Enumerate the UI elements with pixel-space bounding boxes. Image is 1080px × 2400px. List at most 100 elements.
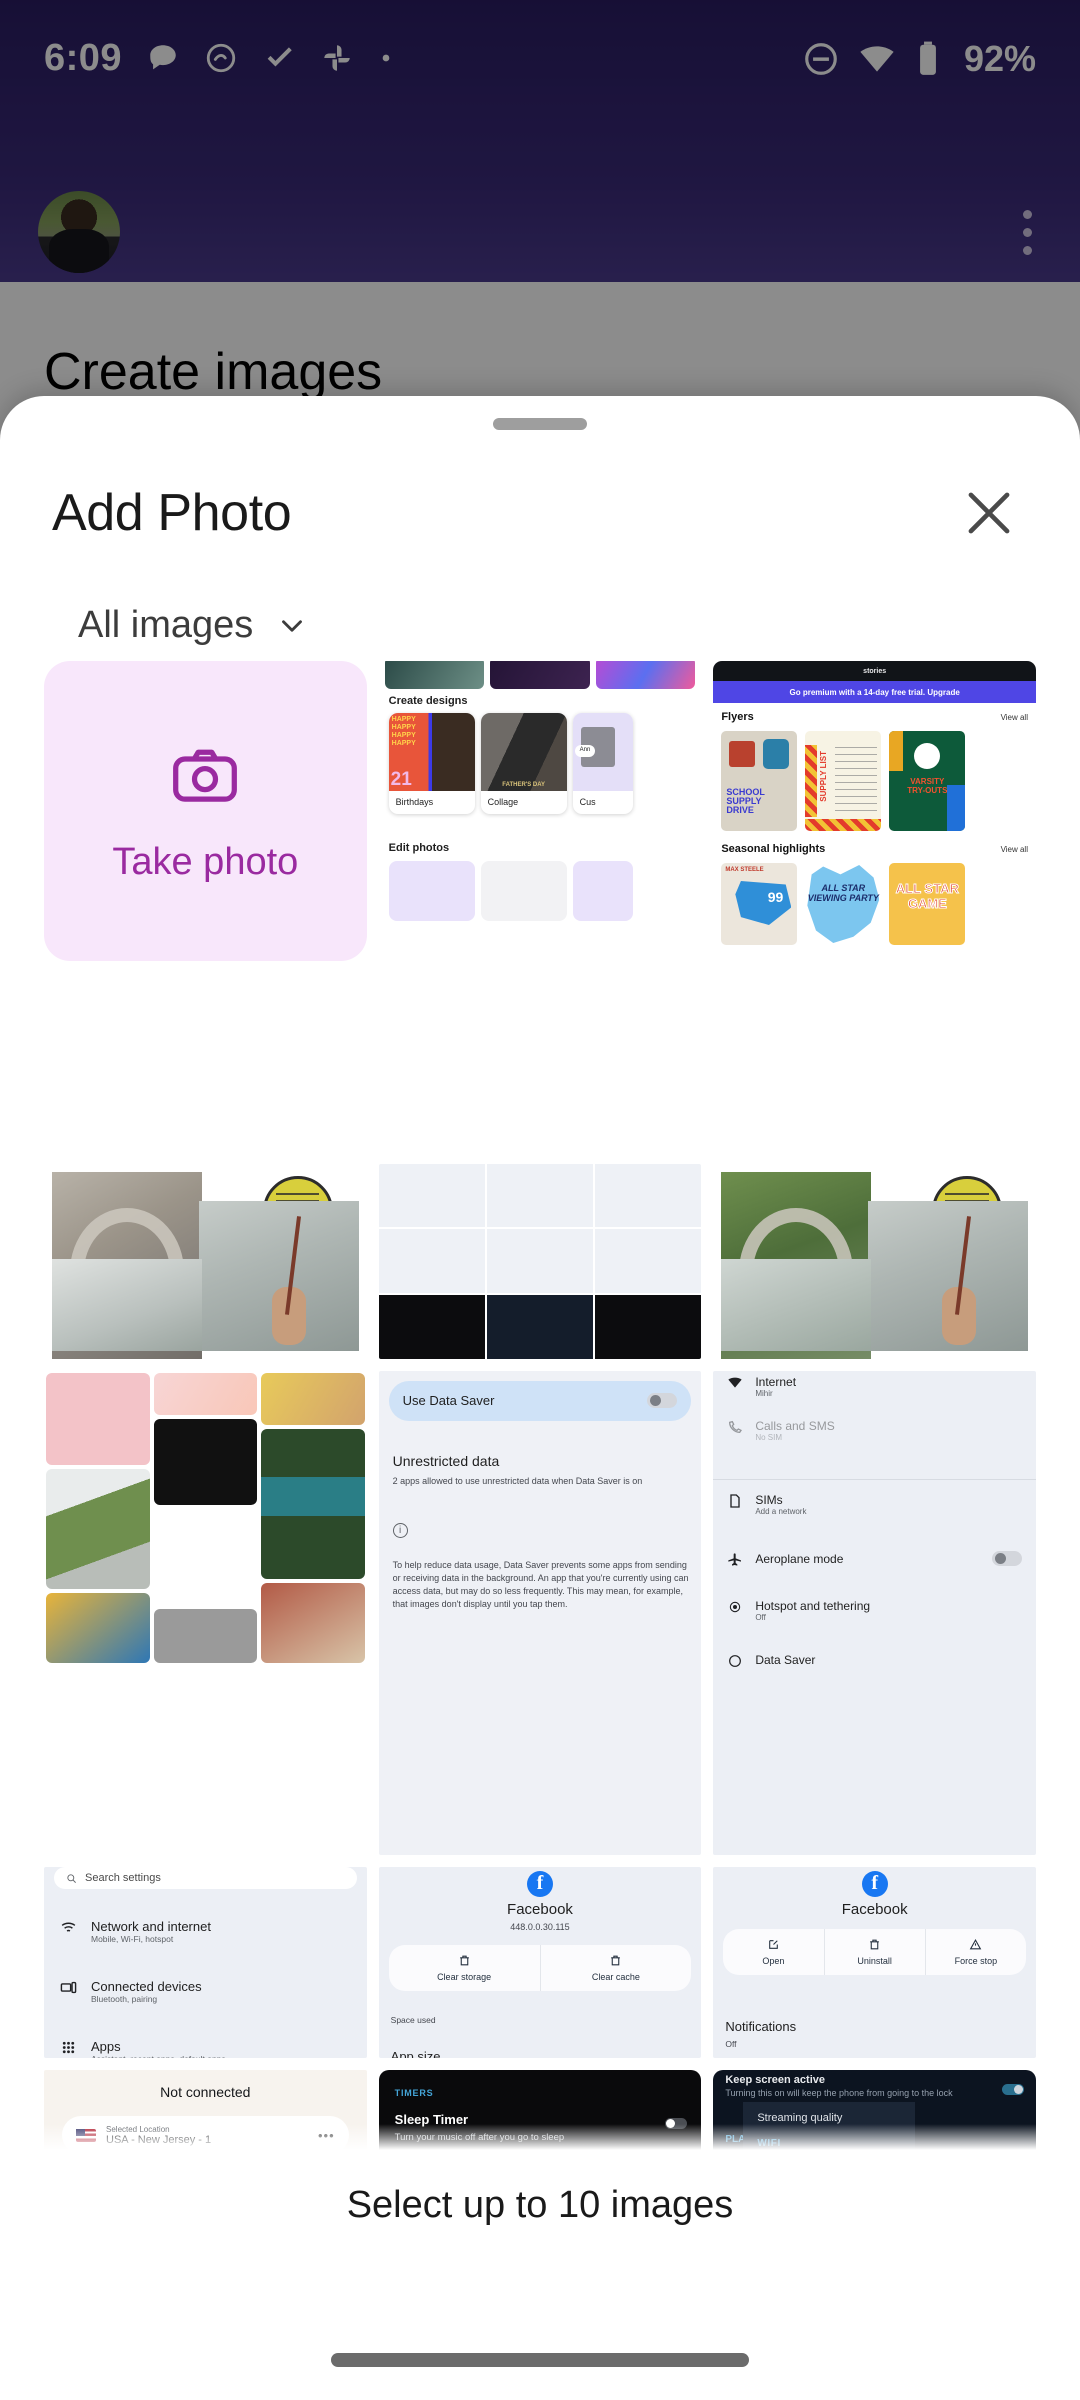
- thumb-app-name: stories: [713, 661, 1036, 681]
- close-button[interactable]: [950, 474, 1028, 552]
- filter-row: All images: [0, 552, 1080, 647]
- thumb-view-all-2[interactable]: View all: [1001, 845, 1028, 854]
- airplane-icon: [728, 1552, 742, 1566]
- thumb-dialog-title: Streaming quality: [757, 2112, 843, 2125]
- thumbnail-flyers[interactable]: stories Go premium with a 14-day free tr…: [713, 661, 1036, 1152]
- thumbnail-moodboard[interactable]: [44, 1370, 367, 1856]
- data-saver-icon: [729, 1654, 742, 1667]
- thumb-app-version: 448.0.0.30.115: [510, 1922, 570, 1933]
- album-filter-label: All images: [78, 604, 254, 646]
- thumb-row-title: Hotspot and tethering: [755, 1598, 871, 1613]
- thumb-row-title: Connected devices: [91, 1979, 202, 1995]
- thumb-row-title: Sleep Timer: [394, 2112, 469, 2128]
- thumbnail-travel-collage-2[interactable]: [713, 1163, 1036, 1359]
- thumb-keep-screen-toggle: [1001, 2084, 1024, 2096]
- thumb-row-subtitle: No SIM: [755, 1432, 782, 1442]
- thumb-row-title: Data Saver: [755, 1652, 816, 1667]
- calls-sms-icon: [729, 1420, 743, 1433]
- apps-grid-icon: [62, 2042, 75, 2054]
- warning-icon: [970, 1939, 982, 1950]
- thumb-data-saver-toggle: [647, 1393, 678, 1409]
- search-icon: [67, 1874, 76, 1883]
- thumb-action-row: Open Uninstall Force stop: [723, 1929, 1026, 1976]
- drag-handle[interactable]: [493, 418, 587, 430]
- thumb-action-clear-cache: Clear cache: [539, 1945, 692, 1992]
- thumb-card-caption: Birthdays: [395, 797, 434, 807]
- thumb-row-title: SIMs: [755, 1492, 783, 1507]
- sheet-header: Add Photo: [0, 430, 1080, 552]
- image-grid[interactable]: Take photo Create designs HAPPY HAPPY HAPP…: [0, 661, 1080, 2261]
- thumb-row-title: Internet: [755, 1374, 797, 1389]
- thumb-promo-banner: Go premium with a 14-day free trial. Upg…: [713, 681, 1036, 703]
- thumb-row-subtitle: Bluetooth, pairing: [91, 1994, 158, 2005]
- take-photo-tile[interactable]: Take photo: [44, 661, 367, 961]
- thumb-card-caption: Cus: [579, 797, 596, 807]
- thumb-data-saver-body: To help reduce data usage, Data Saver pr…: [392, 1559, 689, 1609]
- thumb-app-name: Facebook: [507, 1901, 573, 1919]
- thumb-selected-location-label: Selected Location: [106, 2124, 170, 2134]
- album-filter-dropdown[interactable]: All images: [78, 604, 309, 647]
- thumb-search-bar: Search settings: [54, 1867, 357, 1890]
- wifi-icon: [61, 1922, 76, 1933]
- thumb-row-subtitle: Mihir: [755, 1388, 773, 1398]
- close-icon: [968, 492, 1010, 534]
- thumb-action-label: Force stop: [954, 1956, 998, 1967]
- thumb-action-label: Clear storage: [437, 1972, 492, 1983]
- thumb-section-title: Create designs: [388, 695, 468, 707]
- thumb-row-title: Apps: [91, 2039, 121, 2055]
- thumb-action-open: Open: [723, 1929, 823, 1975]
- thumb-row-subtitle: Off: [725, 2039, 737, 2050]
- thumb-action-force-stop: Force stop: [924, 1929, 1026, 1976]
- facebook-icon: f: [526, 1871, 553, 1898]
- thumb-row-title: Network and internet: [91, 1919, 211, 1935]
- thumb-unrestricted-heading: Unrestricted data: [392, 1452, 500, 1469]
- thumb-action-label: Uninstall: [857, 1956, 892, 1967]
- thumb-row-subtitle: Off: [755, 1612, 766, 1622]
- chevron-down-icon: [282, 619, 303, 632]
- thumb-data-saver-label: Use Data Saver: [402, 1393, 495, 1409]
- thumb-row-title: Aeroplane mode: [755, 1551, 844, 1566]
- facebook-icon: f: [861, 1871, 888, 1898]
- thumb-action-clear-storage: Clear storage: [389, 1945, 540, 1991]
- devices-icon: [60, 1982, 77, 1994]
- thumb-section-title-2: Edit photos: [388, 842, 450, 854]
- thumb-bg-subtitle: Turning this on will keep the phone from…: [725, 2088, 953, 2099]
- camera-icon: [173, 749, 238, 802]
- thumb-data-saver-toggle-row: Use Data Saver: [388, 1380, 692, 1421]
- thumb-row-subtitle: Add a network: [755, 1506, 807, 1516]
- thumbnail-travel-collage-1[interactable]: [44, 1163, 367, 1359]
- add-photo-sheet: Add Photo All images Take photo Create d…: [0, 396, 1080, 2400]
- thumb-card-caption: Collage: [487, 797, 519, 807]
- trash-icon: [870, 1940, 879, 1950]
- thumb-vpn-status: Not connected: [160, 2084, 251, 2101]
- thumbnail-settings-home[interactable]: Search settings Network and internet Mob…: [44, 1867, 367, 2059]
- thumbnail-data-saver[interactable]: Use Data Saver Unrestricted data 2 apps …: [378, 1370, 702, 1856]
- sim-icon: [730, 1493, 740, 1508]
- thumb-section-title-2: Seasonal highlights: [721, 843, 826, 855]
- thumbnail-network-settings[interactable]: Internet Mihir Calls and SMS No SIM SIMs…: [713, 1370, 1036, 1856]
- thumb-selected-location-row: Selected Location USA - New Jersey - 1 •…: [62, 2116, 349, 2155]
- thumb-action-label: Open: [762, 1956, 785, 1967]
- trash-icon: [611, 1956, 621, 1966]
- thumbnail-facebook-storage[interactable]: f Facebook 448.0.0.30.115 Clear storage …: [378, 1867, 702, 2059]
- us-flag-icon: [76, 2128, 96, 2142]
- thumb-action-row: Clear storage Clear cache: [388, 1945, 692, 1992]
- thumb-view-all[interactable]: View all: [1001, 713, 1028, 722]
- thumb-section-header: TIMERS: [394, 2088, 434, 2099]
- thumb-aeroplane-toggle: [991, 1551, 1022, 1567]
- take-photo-label: Take photo: [112, 840, 299, 883]
- selection-limit-label: Select up to 10 images: [346, 2184, 734, 2226]
- home-gesture-pill[interactable]: [331, 2353, 749, 2367]
- thumbnail-facebook-appinfo[interactable]: f Facebook Open Uninstall Force stop Not…: [713, 1867, 1036, 2059]
- thumbnail-settings-mosaic[interactable]: [378, 1163, 702, 1359]
- open-external-icon: [769, 1940, 778, 1950]
- thumbnail-create-designs[interactable]: Create designs HAPPY HAPPY HAPPY HAPPY 21 B…: [378, 661, 702, 1152]
- thumb-action-label: Clear cache: [591, 1972, 640, 1983]
- thumb-sleep-timer-toggle: [665, 2118, 688, 2130]
- thumb-action-uninstall: Uninstall: [823, 1929, 925, 1976]
- thumb-section-title: Flyers: [721, 711, 754, 723]
- thumb-app-size-label: App size: [390, 2049, 441, 2059]
- thumb-selected-location-value: USA - New Jersey - 1: [106, 2133, 212, 2146]
- thumb-row-subtitle: Turn your music off after you go to slee…: [394, 2132, 565, 2144]
- more-horizontal-icon: •••: [318, 2127, 335, 2143]
